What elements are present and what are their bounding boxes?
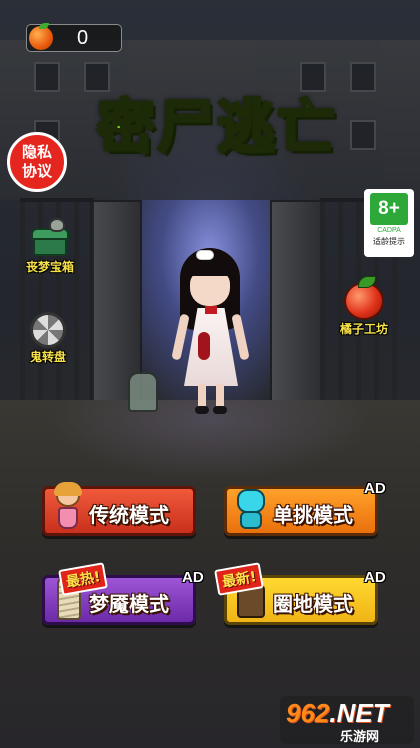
watermark-subtitle: 乐游网 [340,730,380,745]
territory-mode-label: 圈地模式 [273,592,353,616]
age-rating-number: 8+ [370,193,408,225]
duel-mode-ad-badge: AD [364,480,386,497]
age-rating-tip: 适龄提示 [373,237,405,246]
zombie-chest-icon [31,218,69,258]
orange-workshop-icon [344,276,384,320]
orange-workshop-label: 橘子工坊 [340,322,389,336]
privacy-line-1: 隐私 [21,143,52,161]
zombie-chest-button[interactable]: 丧梦宝箱 [26,218,75,275]
site-watermark: 962.NET 乐游网 [280,696,414,745]
zombie-chest-label: 丧梦宝箱 [26,260,75,274]
orange-counter: 0 [26,23,122,52]
nightmare-mode-label: 梦魇模式 [89,592,169,616]
age-rating-org: CADPA [377,227,401,234]
duel-mode-button[interactable]: 单挑模式 [224,486,378,536]
cyan-monster-icon [235,485,265,531]
nightmare-mode-ad-badge: AD [182,569,204,586]
orange-icon [29,23,53,50]
game-title: 密尸逃亡 [95,92,337,163]
territory-mode-ad-badge: AD [364,569,386,586]
orange-workshop-button[interactable]: 橘子工坊 [340,276,389,337]
duel-mode-label: 单挑模式 [273,503,353,527]
watermark-brand: 962.NET [286,698,389,728]
ghost-wheel-label: 鬼转盘 [30,350,67,364]
ghost-wheel-button[interactable]: 鬼转盘 [30,312,66,365]
classic-mode-button[interactable]: 传统模式 [42,482,196,536]
ghost-girl-character [171,248,250,418]
classic-mode-label: 传统模式 [89,503,169,527]
privacy-line-2: 协议 [21,162,52,180]
ghost-wheel-icon [30,312,66,348]
gate-pillar-right [270,200,322,430]
age-rating-badge[interactable]: 8+ CADPA 适龄提示 [364,189,414,257]
privacy-agreement-button[interactable]: 隐私 协议 [7,132,67,192]
zombie-hand [128,372,158,412]
orange-count: 0 [77,27,89,49]
doll-icon [53,482,83,531]
